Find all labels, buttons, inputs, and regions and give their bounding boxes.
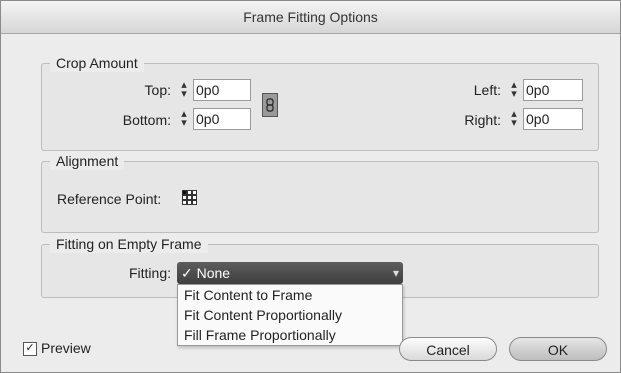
fitting-label: Fitting: [128, 265, 171, 281]
top-stepper-icon[interactable]: ▴ ▾ [177, 80, 191, 101]
dialog-window: Frame Fitting Options Crop Amount Top: ▴… [0, 0, 621, 373]
menu-item-fill-frame-proportionally[interactable]: Fill Frame Proportionally [184, 326, 336, 344]
menu-item-fit-content-proportionally[interactable]: Fit Content Proportionally [184, 306, 342, 324]
fitting-select[interactable]: ✓ None ▾ [177, 262, 403, 284]
left-field[interactable]: 0p0 [523, 79, 583, 101]
top-field[interactable]: 0p0 [193, 79, 251, 101]
ok-button[interactable]: OK [509, 337, 607, 361]
bottom-field[interactable]: 0p0 [193, 108, 251, 130]
right-stepper-icon[interactable]: ▴ ▾ [507, 109, 521, 130]
reference-point-label: Reference Point: [57, 191, 162, 207]
chevron-down-icon: ▾ [392, 266, 399, 280]
bottom-stepper-icon[interactable]: ▴ ▾ [177, 109, 191, 130]
preview-label[interactable]: Preview [41, 339, 91, 357]
fitting-legend: Fitting on Empty Frame [50, 235, 208, 253]
chain-link-icon[interactable] [262, 93, 278, 117]
right-label: Right: [464, 112, 501, 128]
bottom-label: Bottom: [122, 112, 171, 128]
crop-amount-legend: Crop Amount [50, 54, 144, 72]
fitting-menu: Fit Content to Frame Fit Content Proport… [177, 284, 403, 346]
alignment-legend: Alignment [50, 152, 125, 170]
ref-point-br[interactable] [192, 200, 197, 205]
right-field[interactable]: 0p0 [523, 108, 583, 130]
preview-checkbox[interactable]: ✓ [23, 342, 37, 356]
left-label: Left: [473, 82, 501, 98]
top-label: Top: [144, 82, 171, 98]
reference-point-grid-icon[interactable] [182, 190, 197, 205]
left-stepper-icon[interactable]: ▴ ▾ [507, 80, 521, 101]
cancel-button[interactable]: Cancel [399, 337, 497, 361]
crop-amount-group: Crop Amount [41, 54, 599, 151]
dialog-title: Frame Fitting Options [1, 1, 620, 34]
menu-item-fit-content-to-frame[interactable]: Fit Content to Frame [184, 286, 312, 304]
fitting-selected-value: ✓ None [181, 265, 231, 281]
